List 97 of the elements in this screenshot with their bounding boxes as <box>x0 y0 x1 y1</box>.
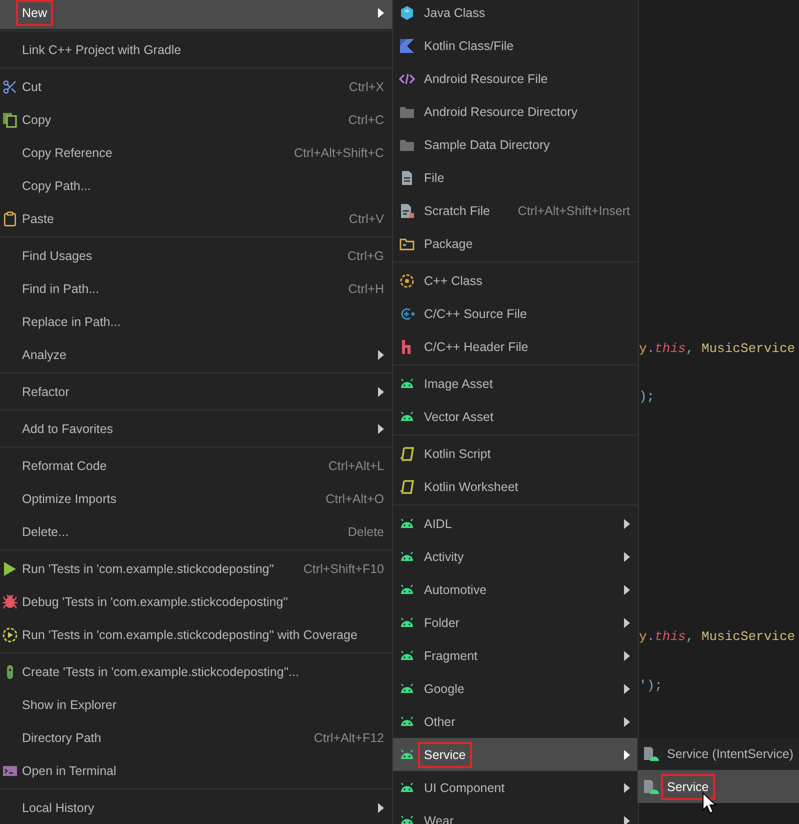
menu-item[interactable]: Sample Data Directory <box>393 128 638 161</box>
scissors-icon <box>2 78 18 94</box>
menu-item[interactable]: C/C++ Header File <box>393 330 638 363</box>
shortcut-text: Ctrl+Alt+L <box>327 458 384 472</box>
coverage-icon <box>2 626 18 642</box>
menu-item[interactable]: Find Usages Ctrl+G <box>0 239 392 272</box>
code-line: y.this, MusicService <box>639 628 796 646</box>
submenu-arrow-icon <box>624 518 630 528</box>
shortcut-text: Ctrl+Alt+Shift+Insert <box>516 204 630 218</box>
submenu-arrow-icon <box>378 424 384 434</box>
menu-item[interactable]: Google <box>393 672 638 705</box>
shortcut-text: Ctrl+H <box>347 282 384 296</box>
menu-item[interactable]: Other <box>393 705 638 738</box>
menu-item[interactable]: Cut Ctrl+X <box>0 70 392 103</box>
bug-icon <box>2 594 18 610</box>
android-file-icon <box>643 778 659 794</box>
menu-item[interactable]: Run 'Tests in 'com.example.stickcodeposting'' with Coverage <box>0 618 392 651</box>
menu-item[interactable]: Kotlin Worksheet <box>393 470 638 503</box>
menu-item[interactable]: C++ Class <box>393 264 638 297</box>
submenu-arrow-icon <box>624 750 630 760</box>
submenu-arrow-icon <box>624 552 630 562</box>
scroll-icon <box>399 478 415 494</box>
scroll-icon <box>399 446 415 462</box>
menu-item[interactable]: Copy Path... <box>0 169 392 202</box>
file-icon <box>399 170 415 186</box>
menu-item[interactable]: Add to Favorites <box>0 412 392 445</box>
menu-item[interactable]: Directory Path Ctrl+Alt+F12 <box>0 721 392 754</box>
submenu-arrow-icon <box>378 350 384 360</box>
menu-item[interactable]: C/C++ Source File <box>393 297 638 330</box>
submenu-arrow-icon <box>378 8 384 18</box>
menu-item[interactable]: Run 'Tests in 'com.example.stickcodeposting'' Ctrl+Shift+F10 <box>0 552 392 585</box>
menu-item[interactable]: File <box>393 161 638 194</box>
shortcut-text: Delete <box>346 524 384 538</box>
code-line: '); <box>639 677 664 695</box>
shortcut-text: Ctrl+Alt+O <box>324 492 384 506</box>
menu-item[interactable]: Service <box>638 770 799 803</box>
menu-item[interactable]: Activity <box>393 540 638 573</box>
menu-item[interactable]: Vector Asset <box>393 400 638 433</box>
menu-item[interactable]: AIDL <box>393 507 638 540</box>
menu-item[interactable]: Local History <box>0 791 392 824</box>
clipboard-icon <box>2 210 18 226</box>
menu-item[interactable]: New <box>0 0 392 29</box>
menu-item[interactable]: Find in Path... Ctrl+H <box>0 272 392 305</box>
menu-item[interactable]: Replace in Path... <box>0 305 392 338</box>
circle-plus-icon <box>399 306 415 322</box>
menu-item[interactable]: Service (IntentService) <box>638 737 799 770</box>
menu-item[interactable]: Package <box>393 227 638 260</box>
menu-item[interactable]: Kotlin Script <box>393 437 638 470</box>
menu-item[interactable]: Android Resource Directory <box>393 95 638 128</box>
menu-item[interactable]: Copy Reference Ctrl+Alt+Shift+C <box>0 136 392 169</box>
menu-item[interactable]: Debug 'Tests in 'com.example.stickcodeposting'' <box>0 585 392 618</box>
kotlin-icon <box>399 38 415 54</box>
submenu-arrow-icon <box>624 816 630 824</box>
menu-item[interactable]: Scratch File Ctrl+Alt+Shift+Insert <box>393 194 638 227</box>
shortcut-text: Ctrl+G <box>346 248 384 262</box>
shortcut-text: Ctrl+Alt+F12 <box>312 730 384 744</box>
play-icon <box>2 560 18 576</box>
shortcut-text: Ctrl+Shift+F10 <box>302 562 384 576</box>
menu-item[interactable]: Java Class <box>393 0 638 29</box>
menu-item[interactable]: Paste Ctrl+V <box>0 202 392 235</box>
code-line: y.this, MusicService <box>639 340 796 358</box>
menu-item[interactable]: Image Asset <box>393 367 638 400</box>
shortcut-text: Ctrl+Alt+Shift+C <box>293 146 384 160</box>
shortcut-text: Ctrl+X <box>348 80 384 94</box>
code-line: ); <box>639 388 656 406</box>
menu-item[interactable]: Open in Terminal <box>0 754 392 787</box>
menu-item[interactable]: Kotlin Class/File <box>393 29 638 62</box>
menu-item[interactable]: Copy Ctrl+C <box>0 103 392 136</box>
menu-item[interactable]: Link C++ Project with Gradle <box>0 33 392 66</box>
menu-item[interactable]: Create 'Tests in 'com.example.stickcodeposting''... <box>0 655 392 688</box>
submenu-arrow-icon <box>624 584 630 594</box>
dashed-circle-icon <box>399 272 415 288</box>
menu-item[interactable]: Delete... Delete <box>0 515 392 548</box>
menu-item[interactable]: Reformat Code Ctrl+Alt+L <box>0 449 392 482</box>
submenu-arrow-icon <box>624 618 630 628</box>
menu-item[interactable]: Fragment <box>393 639 638 672</box>
android-file-icon <box>643 746 659 762</box>
menu-item[interactable]: Folder <box>393 606 638 639</box>
mouse-pointer-icon <box>702 792 716 814</box>
submenu-arrow-icon <box>624 650 630 660</box>
submenu-arrow-icon <box>378 386 384 396</box>
menu-item[interactable]: Refactor <box>0 375 392 408</box>
menu-item[interactable]: Optimize Imports Ctrl+Alt+O <box>0 482 392 515</box>
shortcut-text: Ctrl+V <box>348 212 384 226</box>
submenu-arrow-icon <box>378 802 384 812</box>
menu-item[interactable]: UI Component <box>393 771 638 804</box>
submenu-arrow-icon <box>624 716 630 726</box>
shortcut-text: Ctrl+C <box>347 112 384 126</box>
scratch-file-icon <box>399 202 415 218</box>
menu-item[interactable]: Android Resource File <box>393 62 638 95</box>
submenu-arrow-icon <box>624 782 630 792</box>
menu-item[interactable]: Show in Explorer <box>0 688 392 721</box>
cube-icon <box>399 4 415 20</box>
menu-item[interactable]: Analyze <box>0 338 392 371</box>
menu-item[interactable]: Service <box>393 738 638 771</box>
submenu-arrow-icon <box>624 684 630 694</box>
menu-item[interactable]: Automotive <box>393 573 638 606</box>
